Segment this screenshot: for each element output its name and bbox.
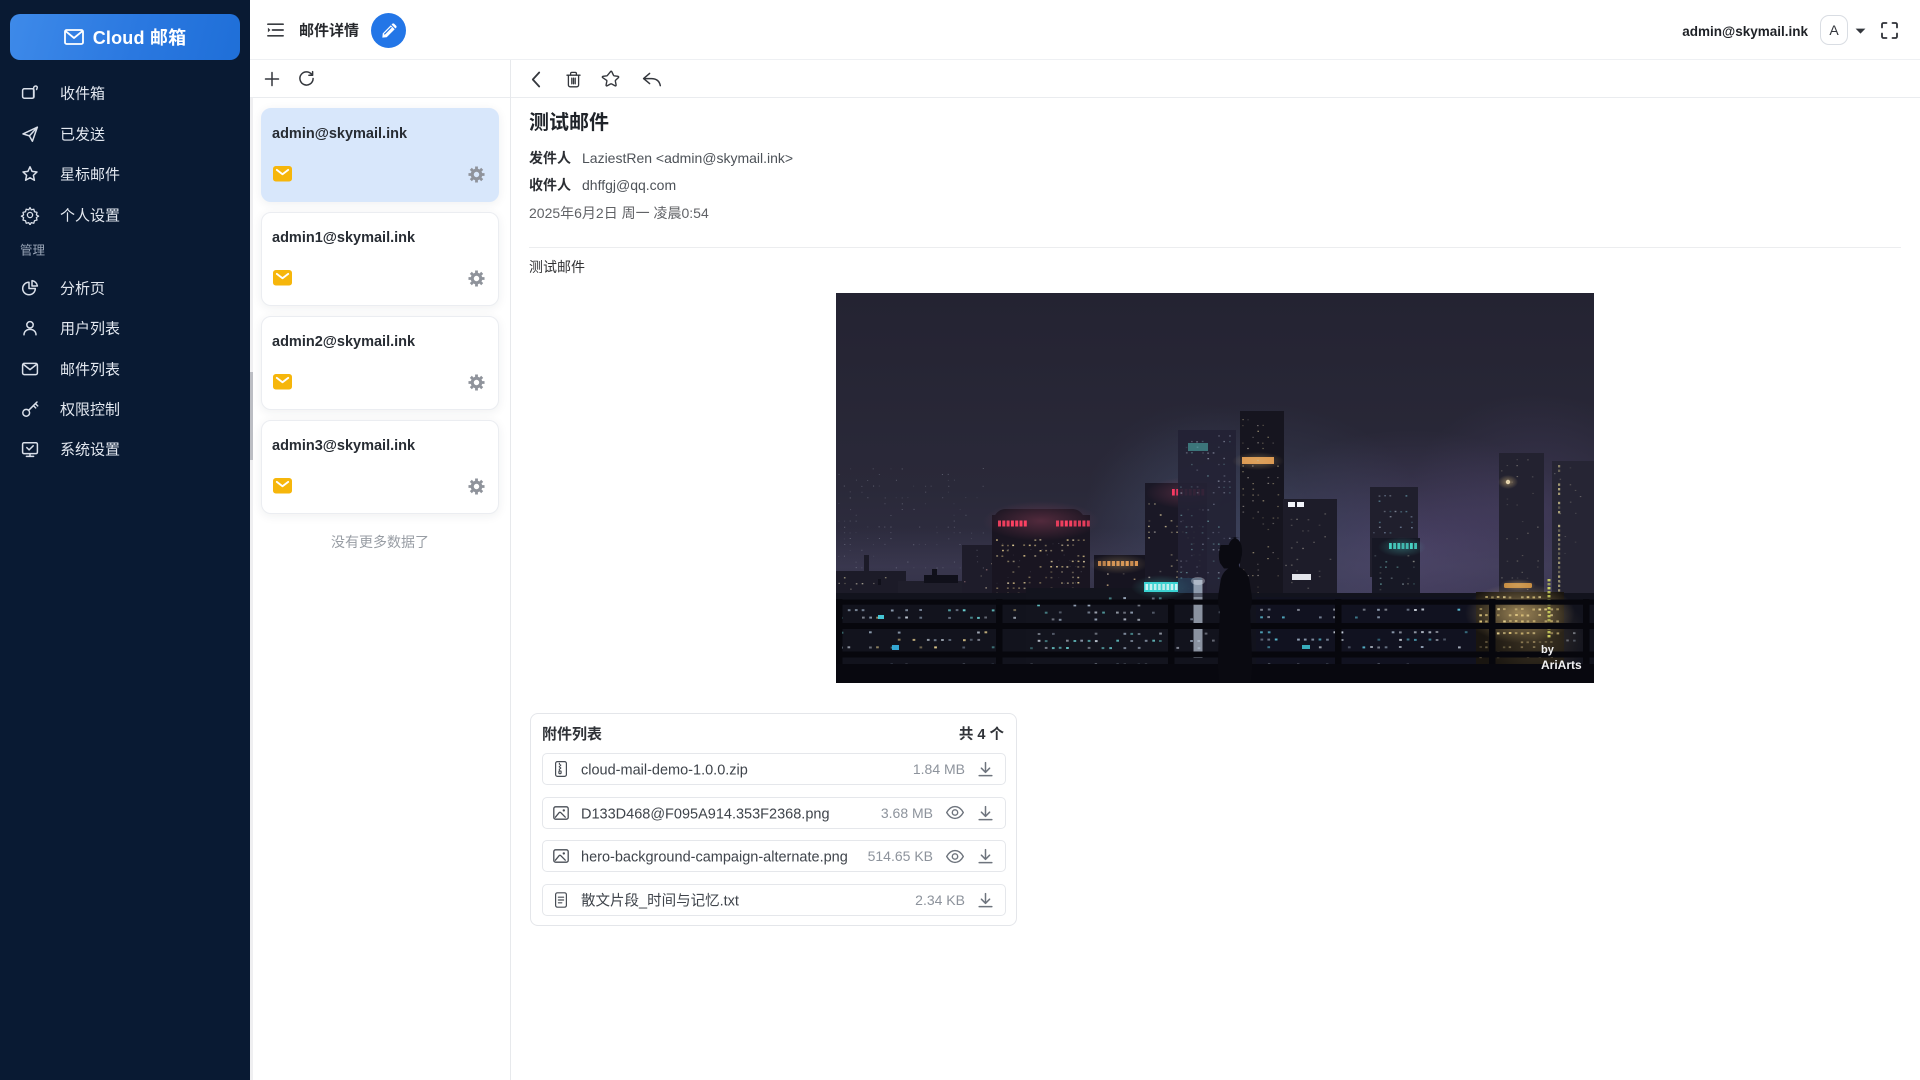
- svg-text:AriArts: AriArts: [1541, 658, 1582, 672]
- svg-text:by: by: [1541, 644, 1555, 656]
